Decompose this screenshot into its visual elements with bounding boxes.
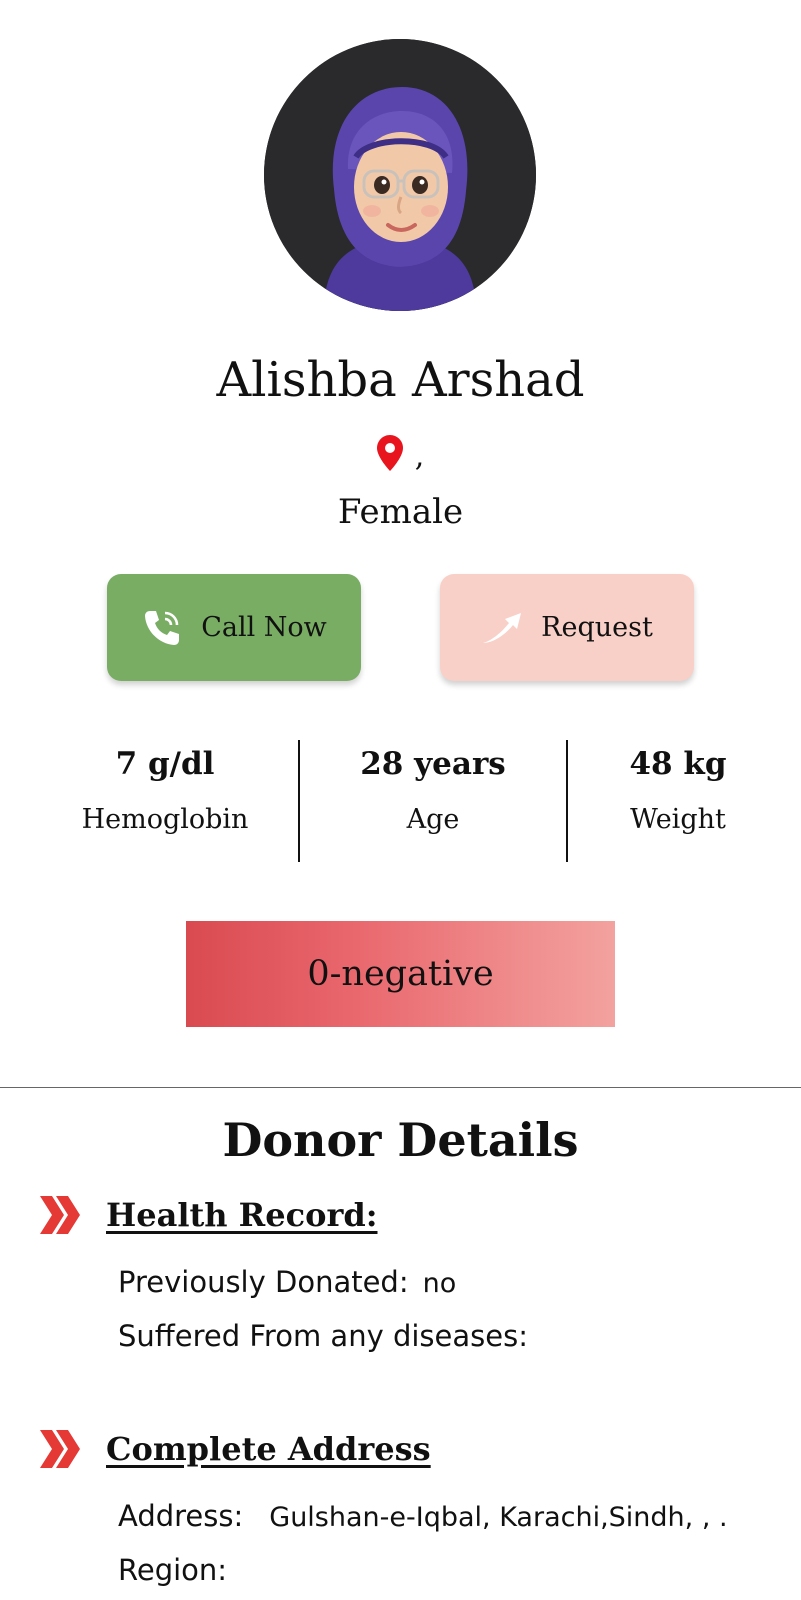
stat-label: Weight [630, 804, 726, 835]
avatar [264, 39, 536, 311]
call-now-button[interactable]: Call Now [107, 574, 361, 681]
location-pin-icon [376, 435, 403, 471]
complete-address-heading: Complete Address [40, 1424, 431, 1474]
gender-label: Female [337, 492, 464, 532]
profile-name: Alishba Arshad [216, 352, 585, 408]
region-label: Region: [118, 1553, 228, 1587]
section-divider [0, 1087, 801, 1088]
stat-weight: 48 kg Weight [548, 740, 801, 840]
request-label: Request [541, 612, 653, 643]
stats-row: 7 g/dl Hemoglobin 28 years Age 48 kg Wei… [40, 740, 760, 862]
double-chevron-icon [40, 1430, 80, 1468]
diseases-label: Suffered From any diseases: [118, 1319, 528, 1353]
divider [298, 740, 300, 862]
complete-address-label: Complete Address [106, 1430, 431, 1468]
region-row: Region: [118, 1550, 241, 1592]
previously-donated-row: Previously Donated: no [118, 1262, 456, 1304]
request-button[interactable]: Request [440, 574, 694, 681]
location-text: , [414, 439, 425, 474]
address-row: Address: Gulshan-e-Iqbal, Karachi,Sindh, … [118, 1496, 728, 1538]
location-row: , [0, 430, 801, 476]
previously-donated-value: no [422, 1268, 457, 1299]
avatar-image [264, 39, 536, 311]
blood-group-badge: 0-negative [186, 921, 615, 1027]
previously-donated-label: Previously Donated: [118, 1265, 409, 1299]
phone-icon [145, 610, 180, 645]
call-now-label: Call Now [201, 612, 327, 643]
stat-value: 28 years [360, 746, 506, 782]
health-record-label: Health Record: [106, 1196, 378, 1234]
address-label: Address: [118, 1499, 244, 1533]
stat-label: Hemoglobin [81, 804, 249, 835]
address-value: Gulshan-e-Iqbal, Karachi,Sindh, , . [269, 1502, 728, 1533]
stat-age: 28 years Age [303, 740, 563, 840]
diseases-row: Suffered From any diseases: [118, 1316, 542, 1358]
stat-hemoglobin: 7 g/dl Hemoglobin [35, 740, 295, 840]
arrow-icon [483, 612, 522, 643]
stat-value: 48 kg [629, 746, 727, 782]
stat-label: Age [406, 804, 460, 835]
double-chevron-icon [40, 1196, 80, 1234]
donor-details-title: Donor Details [222, 1113, 579, 1167]
stat-value: 7 g/dl [115, 746, 215, 782]
health-record-heading: Health Record: [40, 1190, 378, 1240]
